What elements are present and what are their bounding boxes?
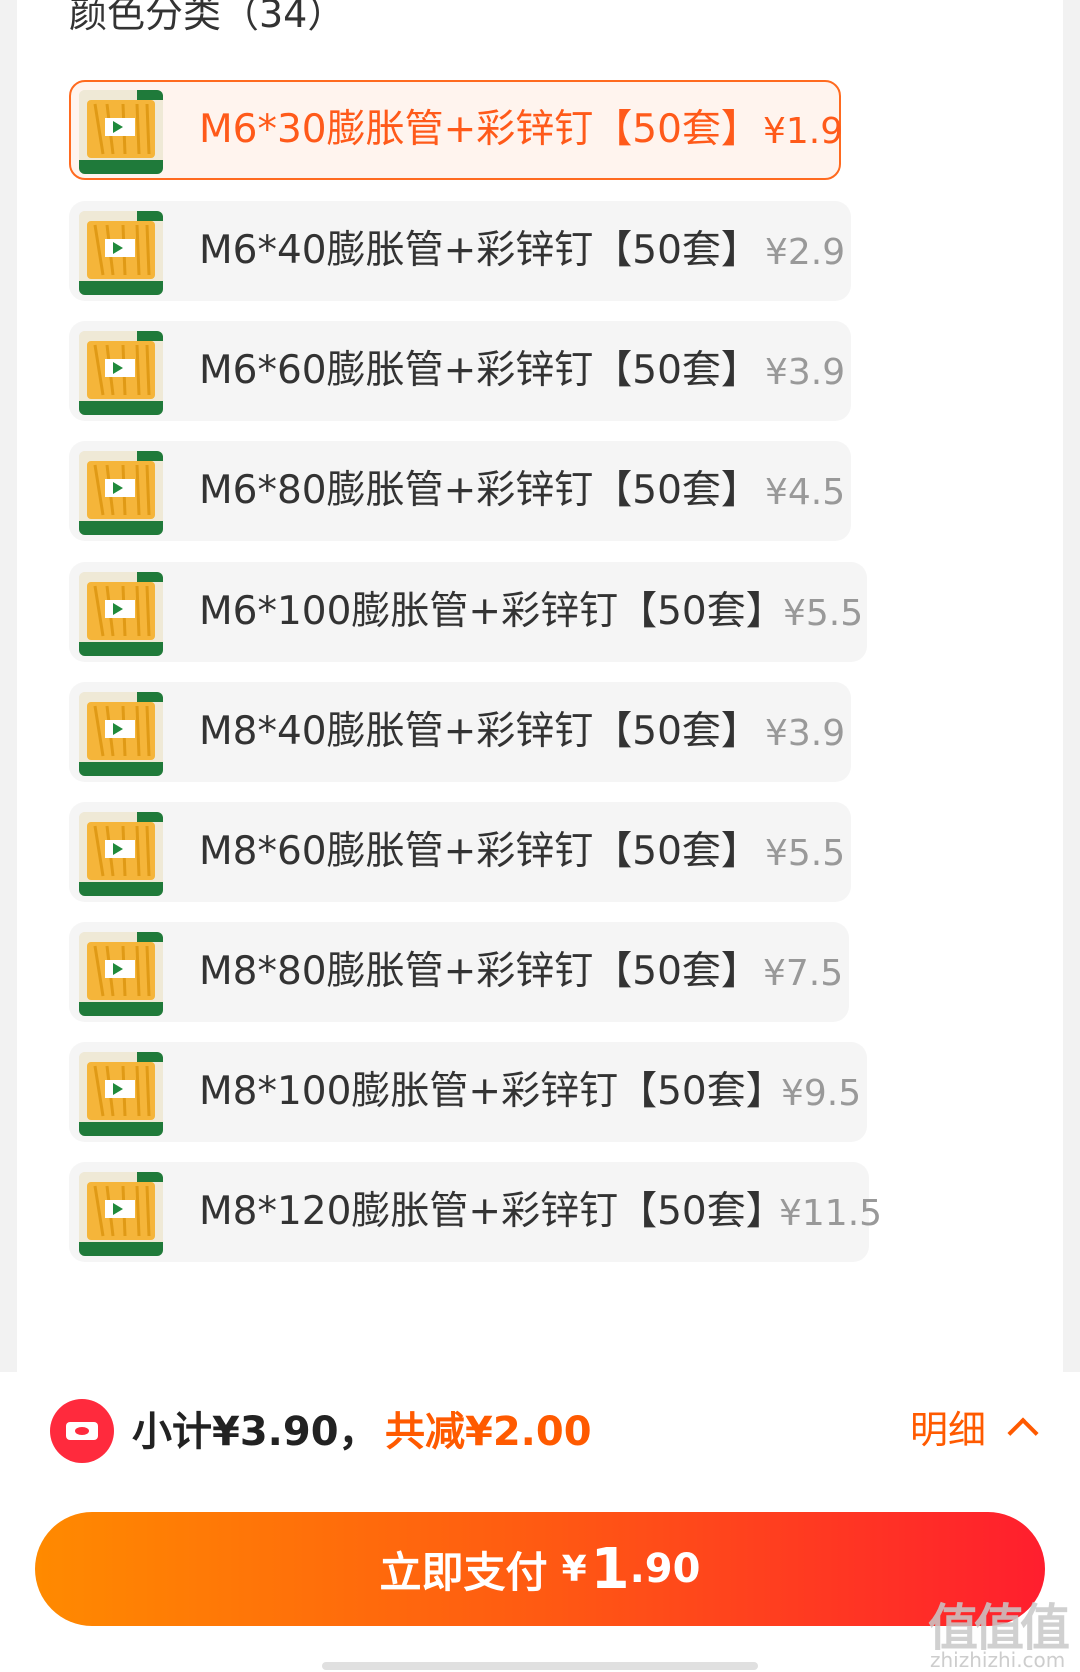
detail-toggle[interactable]: 明细 [910,1400,986,1460]
sku-option-name: M8*80膨胀管+彩锌钉【50套】 [199,949,760,994]
sku-option-price: ¥11.5 [779,1193,883,1234]
sku-option-name: M8*40膨胀管+彩锌钉【50套】 [199,709,760,754]
sku-option-name: M8*60膨胀管+彩锌钉【50套】 [199,829,760,874]
pay-amount-decimal: .90 [629,1546,701,1592]
section-title: 颜色分类（34） [69,0,346,36]
pay-currency: ¥ [561,1548,587,1590]
sku-option-price: ¥9.5 [781,1073,862,1114]
sku-option[interactable]: M8*80膨胀管+彩锌钉【50套】 ¥7.5 [69,922,849,1022]
discount-text: 共减¥2.00 [385,1409,592,1455]
sku-option-price: ¥4.5 [765,472,846,513]
sku-option[interactable]: M6*40膨胀管+彩锌钉【50套】 ¥2.9 [69,201,851,301]
sku-option-name: M6*30膨胀管+彩锌钉【50套】 [199,107,760,152]
sku-option-price: ¥3.9 [765,713,846,754]
sku-option-name: M6*80膨胀管+彩锌钉【50套】 [199,468,760,513]
watermark-url: zhizhizhi.com [930,1648,1066,1672]
product-thumbnail [79,932,163,1016]
sku-option[interactable]: M6*80膨胀管+彩锌钉【50套】 ¥4.5 [69,441,851,541]
sku-option-name: M8*100膨胀管+彩锌钉【50套】 [199,1069,785,1114]
sku-option-price: ¥5.5 [765,833,846,874]
subtotal-text: 小计¥3.90， [132,1409,379,1455]
sku-option-price: ¥7.5 [763,953,844,994]
product-thumbnail [79,1052,163,1136]
chevron-up-icon[interactable] [1007,1417,1039,1449]
sku-option-price: ¥1.9 [763,111,844,152]
sku-option[interactable]: M8*120膨胀管+彩锌钉【50套】 ¥11.5 [69,1162,882,1262]
sku-option-price: ¥3.9 [765,352,846,393]
checkout-footer: 小计¥3.90， 共减¥2.00 明细 立即支付 ¥ 1 .90 值值值 zhi… [0,1372,1080,1672]
home-indicator [322,1662,758,1670]
sku-option[interactable]: M8*40膨胀管+彩锌钉【50套】 ¥3.9 [69,682,851,782]
product-thumbnail [79,451,163,535]
sku-option[interactable]: M8*60膨胀管+彩锌钉【50套】 ¥5.5 [69,802,851,902]
sku-option-name: M6*60膨胀管+彩锌钉【50套】 [199,348,760,393]
product-thumbnail [79,692,163,776]
pay-now-button[interactable]: 立即支付 ¥ 1 .90 [35,1512,1045,1626]
sku-sheet: 颜色分类（34） M6*30膨胀管+彩锌钉【50套】 ¥1.9 M6*40膨胀管+彩… [17,0,1063,1372]
sku-option[interactable]: M6*60膨胀管+彩锌钉【50套】 ¥3.9 [69,321,851,421]
product-thumbnail [79,331,163,415]
product-thumbnail [79,572,163,656]
sku-option-price: ¥2.9 [765,232,846,273]
sku-option-name: M6*40膨胀管+彩锌钉【50套】 [199,228,760,273]
sku-option-name: M8*120膨胀管+彩锌钉【50套】 [199,1189,785,1234]
sku-option[interactable]: M6*100膨胀管+彩锌钉【50套】 ¥5.5 [69,562,867,662]
sku-option-price: ¥5.5 [783,593,864,634]
product-thumbnail [79,90,163,174]
sku-option[interactable]: M8*100膨胀管+彩锌钉【50套】 ¥9.5 [69,1042,867,1142]
sku-option[interactable]: M6*30膨胀管+彩锌钉【50套】 ¥1.9 [69,80,844,180]
product-thumbnail [79,1172,163,1256]
product-thumbnail [79,211,163,295]
product-thumbnail [79,812,163,896]
coupon-icon [50,1399,114,1463]
pay-button-label: 立即支付 [379,1547,548,1597]
sku-option-name: M6*100膨胀管+彩锌钉【50套】 [199,589,785,634]
pay-amount-integer: 1 [590,1536,630,1602]
